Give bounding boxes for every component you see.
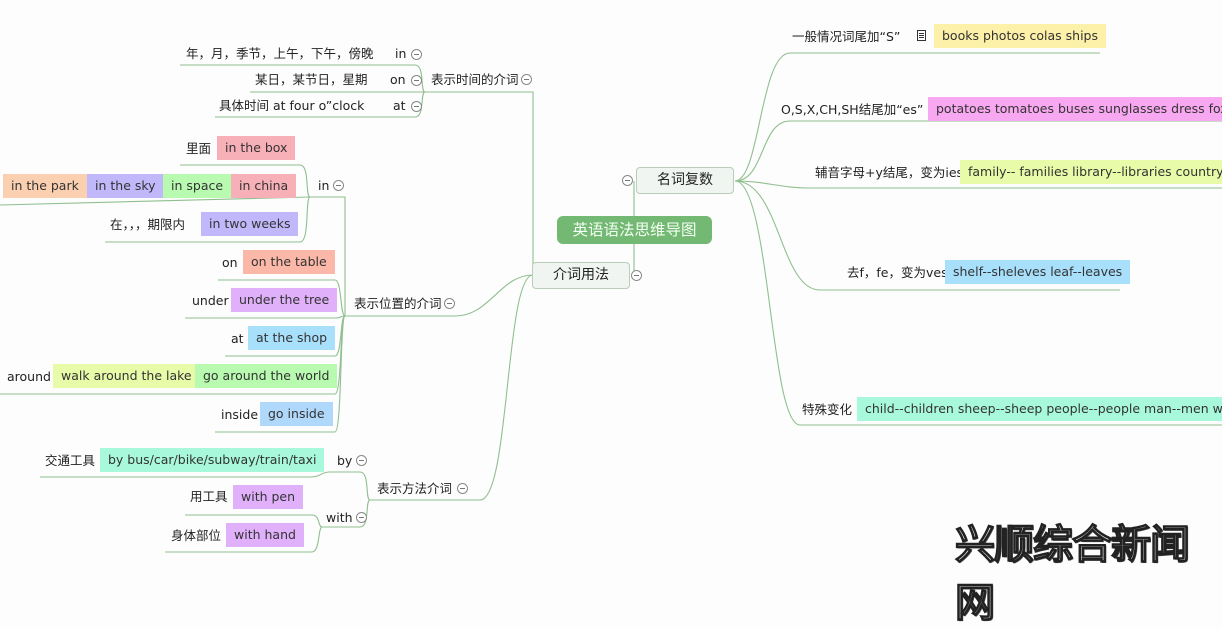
with-row2-example[interactable]: with hand [226, 523, 304, 547]
rule-1-examples[interactable]: books photos colas ships [934, 24, 1106, 48]
collapse-time-on-toggle[interactable] [411, 75, 422, 86]
branch-prepositions-label: 介词用法 [553, 267, 609, 283]
method-with-prep[interactable]: with [326, 509, 353, 527]
connector-place-under [185, 315, 346, 319]
in-row1-example[interactable]: in the box [217, 136, 296, 160]
in-row3-example[interactable]: in two weeks [201, 212, 299, 236]
branch-prepositions[interactable]: 介词用法 [532, 262, 630, 289]
rule-5-examples[interactable]: child--children sheep--sheep people--peo… [857, 397, 1222, 421]
collapse-method-with-toggle[interactable] [356, 512, 367, 523]
place-branch-label[interactable]: 表示位置的介词 [354, 295, 442, 313]
place-under-prep[interactable]: under [192, 292, 229, 310]
collapse-time-toggle[interactable] [521, 74, 532, 85]
in-row3-desc[interactable]: 在，，，期限内 [110, 216, 185, 234]
place-around-example-2[interactable]: go around the world [195, 364, 338, 388]
place-on-prep[interactable]: on [222, 254, 238, 272]
method-branch-label[interactable]: 表示方法介词 [377, 480, 452, 498]
with-row1-example[interactable]: with pen [233, 485, 304, 509]
connector-in-row2 [0, 196, 311, 206]
place-around-prep[interactable]: around [7, 368, 51, 386]
in-row2-example-3[interactable]: in space [163, 174, 232, 198]
place-at-example[interactable]: at the shop [248, 326, 336, 350]
rule-4-label[interactable]: 去f，fe，变为ves [847, 264, 948, 282]
collapse-place-toggle[interactable] [444, 298, 455, 309]
place-inside-example[interactable]: go inside [260, 402, 333, 426]
time-branch-label[interactable]: 表示时间的介词 [431, 71, 519, 89]
method-by-prep[interactable]: by [337, 452, 352, 470]
place-in-prep[interactable]: in [318, 177, 329, 195]
place-inside-prep[interactable]: inside [221, 406, 258, 424]
connector-rule-5 [734, 180, 1222, 426]
place-under-example[interactable]: under the tree [231, 288, 338, 312]
in-row2-example-4[interactable]: in china [231, 174, 297, 198]
collapse-time-at-toggle[interactable] [411, 101, 422, 112]
time-in-desc[interactable]: 年，月，季节，上午，下午，傍晚 [186, 45, 374, 63]
central-topic[interactable]: 英语语法思维导图 [557, 216, 712, 244]
note-icon[interactable] [917, 30, 926, 41]
branch-noun-plural[interactable]: 名词复数 [636, 167, 734, 194]
rule-3-examples[interactable]: family-- families library--libraries cou… [960, 160, 1222, 184]
collapse-method-by-toggle[interactable] [356, 455, 367, 466]
method-by-desc[interactable]: 交通工具 [45, 452, 95, 470]
in-row2-example-2[interactable]: in the sky [87, 174, 164, 198]
rule-2-examples[interactable]: potatoes tomatoes buses sunglasses dress… [928, 97, 1222, 121]
time-at-desc[interactable]: 具体时间 at four o”clock [219, 97, 364, 115]
time-on-desc[interactable]: 某日，某节日，星期 [255, 71, 368, 89]
collapse-prepositions-toggle[interactable] [631, 270, 642, 281]
place-at-prep[interactable]: at [231, 330, 244, 348]
collapse-time-in-toggle[interactable] [411, 49, 422, 60]
method-by-example[interactable]: by bus/car/bike/subway/train/taxi [100, 448, 325, 472]
time-at-prep[interactable]: at [393, 97, 406, 115]
collapse-noun-plural-toggle[interactable] [622, 175, 633, 186]
in-row1-desc[interactable]: 里面 [186, 140, 211, 158]
rule-3-label[interactable]: 辅音字母+y结尾，变为ies [815, 164, 963, 182]
time-in-prep[interactable]: in [395, 45, 406, 63]
rule-2-label[interactable]: O,S,X,CH,SH结尾加“es” [781, 101, 923, 119]
with-row2-desc[interactable]: 身体部位 [171, 527, 221, 545]
branch-noun-plural-label: 名词复数 [657, 172, 713, 188]
place-on-example[interactable]: on the table [243, 250, 335, 274]
place-around-example-1[interactable]: walk around the lake [53, 364, 200, 388]
in-row2-example-1[interactable]: in the park [3, 174, 87, 198]
collapse-method-toggle[interactable] [457, 483, 468, 494]
watermark-text: 兴顺综合新闻网 [954, 521, 1190, 626]
rule-1-label[interactable]: 一般情况词尾加“S” [792, 28, 900, 46]
time-on-prep[interactable]: on [390, 71, 406, 89]
with-row1-desc[interactable]: 用工具 [190, 488, 228, 506]
collapse-place-in-toggle[interactable] [333, 180, 344, 191]
rule-5-label[interactable]: 特殊变化 [802, 401, 852, 419]
connector-time [425, 91, 534, 275]
rule-4-examples[interactable]: shelf--sheleves leaf--leaves [945, 260, 1131, 284]
